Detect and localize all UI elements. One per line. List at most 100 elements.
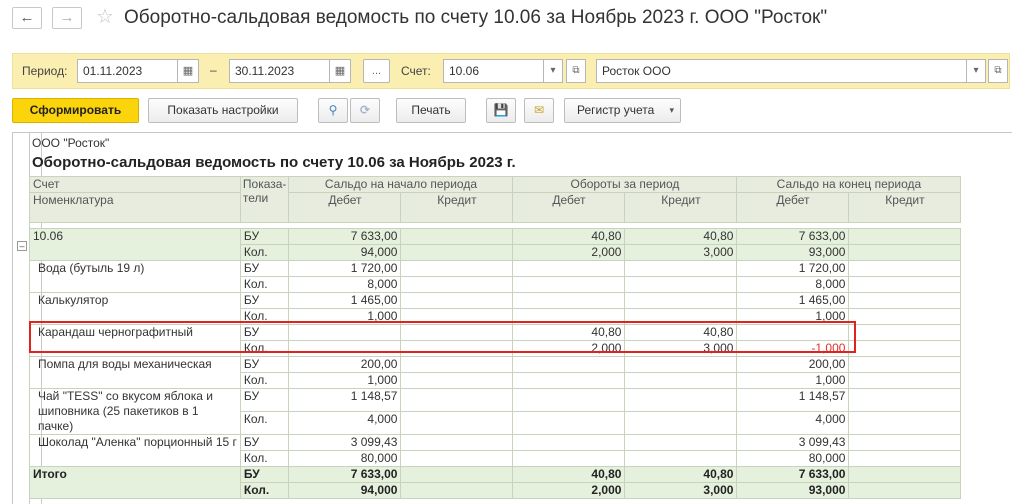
value-cell[interactable] <box>848 276 962 293</box>
value-cell[interactable]: 3 099,43 <box>288 434 402 451</box>
value-cell[interactable]: -1,000 <box>736 340 850 357</box>
value-cell[interactable] <box>848 434 962 451</box>
value-cell[interactable] <box>624 292 738 309</box>
value-cell[interactable] <box>848 482 962 499</box>
value-cell[interactable] <box>512 434 626 451</box>
value-cell[interactable] <box>512 308 626 325</box>
value-cell[interactable]: 2,000 <box>512 340 626 357</box>
value-cell[interactable]: 1 465,00 <box>288 292 402 309</box>
account-name[interactable]: 10.06 <box>29 228 241 261</box>
value-cell[interactable]: 93,000 <box>736 482 850 499</box>
date-from-calendar-button[interactable]: ▦ <box>177 59 199 83</box>
value-cell[interactable] <box>512 260 626 277</box>
value-cell[interactable]: 8,000 <box>736 276 850 293</box>
value-cell[interactable]: 1,000 <box>288 308 402 325</box>
value-cell[interactable]: 1,000 <box>288 372 402 389</box>
value-cell[interactable] <box>848 356 962 373</box>
nomenclature-name[interactable]: Чай "TESS" со вкусом яблока и шиповника … <box>29 388 241 435</box>
value-cell[interactable] <box>848 372 962 389</box>
value-cell[interactable] <box>400 482 514 499</box>
value-cell[interactable] <box>624 450 738 467</box>
value-cell[interactable] <box>624 411 738 435</box>
value-cell[interactable] <box>848 450 962 467</box>
period-select-button[interactable]: ... <box>363 59 390 83</box>
search-button[interactable]: ⚲ <box>318 98 348 123</box>
value-cell[interactable]: 1,000 <box>736 308 850 325</box>
value-cell[interactable] <box>848 340 962 357</box>
value-cell[interactable]: 40,80 <box>512 228 626 245</box>
value-cell[interactable] <box>400 466 514 483</box>
value-cell[interactable]: 200,00 <box>288 356 402 373</box>
value-cell[interactable]: 7 633,00 <box>736 466 850 483</box>
value-cell[interactable] <box>400 292 514 309</box>
account-open-button[interactable]: ⧉ <box>566 59 586 83</box>
value-cell[interactable]: 3,000 <box>624 244 738 261</box>
value-cell[interactable] <box>624 356 738 373</box>
value-cell[interactable] <box>848 244 962 261</box>
value-cell[interactable]: 40,80 <box>512 466 626 483</box>
nomenclature-name[interactable]: Помпа для воды механическая <box>29 356 241 389</box>
value-cell[interactable] <box>512 450 626 467</box>
value-cell[interactable] <box>512 356 626 373</box>
date-from-field[interactable]: 01.11.2023 <box>77 59 187 83</box>
value-cell[interactable]: 80,000 <box>288 450 402 467</box>
search-clear-button[interactable]: ⟳ <box>350 98 380 123</box>
forward-button[interactable]: → <box>52 7 82 29</box>
nomenclature-name[interactable]: Вода (бутыль 19 л) <box>29 260 241 293</box>
value-cell[interactable]: 1 148,57 <box>288 388 402 412</box>
value-cell[interactable]: 1 720,00 <box>288 260 402 277</box>
value-cell[interactable] <box>848 324 962 341</box>
value-cell[interactable]: 94,000 <box>288 482 402 499</box>
value-cell[interactable]: 7 633,00 <box>288 228 402 245</box>
date-to-calendar-button[interactable]: ▦ <box>329 59 351 83</box>
value-cell[interactable]: 40,80 <box>624 228 738 245</box>
value-cell[interactable]: 200,00 <box>736 356 850 373</box>
email-button[interactable]: ✉ <box>524 98 554 123</box>
value-cell[interactable] <box>400 324 514 341</box>
value-cell[interactable]: 7 633,00 <box>288 466 402 483</box>
organization-field[interactable]: Росток ООО <box>596 59 986 83</box>
register-dropdown-button[interactable]: Регистр учета ▾ <box>564 98 681 123</box>
value-cell[interactable] <box>624 276 738 293</box>
value-cell[interactable] <box>512 292 626 309</box>
value-cell[interactable]: 3,000 <box>624 340 738 357</box>
value-cell[interactable]: 80,000 <box>736 450 850 467</box>
value-cell[interactable] <box>736 324 850 341</box>
value-cell[interactable] <box>624 372 738 389</box>
save-button[interactable]: 💾 <box>486 98 516 123</box>
generate-button[interactable]: Сформировать <box>12 98 139 123</box>
value-cell[interactable] <box>512 276 626 293</box>
value-cell[interactable] <box>400 388 514 412</box>
value-cell[interactable] <box>400 434 514 451</box>
favorite-star-icon[interactable]: ☆ <box>96 6 114 28</box>
value-cell[interactable] <box>288 340 402 357</box>
nomenclature-name[interactable]: Карандаш чернографитный <box>29 324 241 357</box>
value-cell[interactable] <box>400 356 514 373</box>
value-cell[interactable] <box>624 388 738 412</box>
value-cell[interactable]: 2,000 <box>512 244 626 261</box>
value-cell[interactable] <box>624 308 738 325</box>
value-cell[interactable] <box>400 276 514 293</box>
nomenclature-name[interactable]: Калькулятор <box>29 292 241 325</box>
value-cell[interactable] <box>288 324 402 341</box>
value-cell[interactable] <box>512 411 626 435</box>
value-cell[interactable] <box>400 411 514 435</box>
organization-dropdown-button[interactable]: ▾ <box>966 59 986 83</box>
value-cell[interactable] <box>400 308 514 325</box>
value-cell[interactable]: 1 148,57 <box>736 388 850 412</box>
value-cell[interactable] <box>848 388 962 412</box>
date-to-field[interactable]: 30.11.2023 <box>229 59 339 83</box>
value-cell[interactable] <box>400 450 514 467</box>
value-cell[interactable]: 4,000 <box>288 411 402 435</box>
value-cell[interactable]: 40,80 <box>624 466 738 483</box>
value-cell[interactable]: 3,000 <box>624 482 738 499</box>
value-cell[interactable] <box>848 308 962 325</box>
collapse-group-button[interactable]: – <box>17 241 27 251</box>
value-cell[interactable] <box>848 292 962 309</box>
value-cell[interactable]: 8,000 <box>288 276 402 293</box>
value-cell[interactable] <box>624 260 738 277</box>
value-cell[interactable]: 94,000 <box>288 244 402 261</box>
organization-open-button[interactable]: ⧉ <box>988 59 1008 83</box>
value-cell[interactable] <box>848 260 962 277</box>
value-cell[interactable]: 40,80 <box>512 324 626 341</box>
